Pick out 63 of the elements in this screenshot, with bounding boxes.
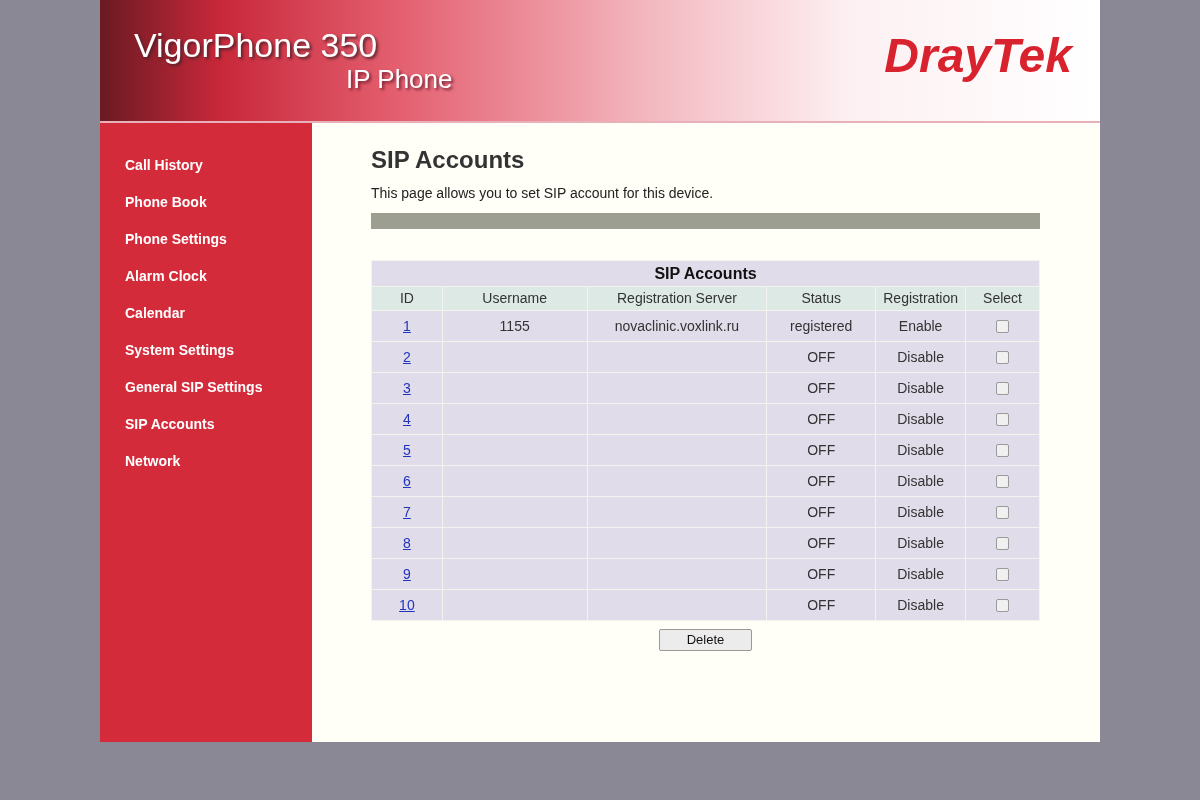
- select-checkbox[interactable]: [996, 599, 1010, 613]
- registration-text: Disable: [897, 441, 944, 458]
- sidebar-link[interactable]: SIP Accounts: [125, 414, 215, 434]
- account-id-link[interactable]: 2: [403, 348, 411, 365]
- account-id-link[interactable]: 1: [403, 317, 411, 334]
- registration-text: Disable: [897, 348, 944, 365]
- sidebar-link[interactable]: Phone Book: [125, 192, 207, 212]
- delete-button[interactable]: Delete: [658, 629, 753, 651]
- registration-text: Disable: [897, 565, 944, 582]
- column-header: Username: [442, 286, 587, 311]
- server-text: novaclinic.voxlink.ru: [614, 317, 740, 334]
- select-checkbox[interactable]: [996, 444, 1010, 458]
- sidebar-link[interactable]: Calendar: [125, 303, 185, 323]
- registration-text: Enable: [898, 317, 943, 334]
- brand-logo: DrayTek: [884, 28, 1072, 84]
- account-id-link[interactable]: 9: [403, 565, 411, 582]
- select-checkbox[interactable]: [996, 506, 1010, 520]
- username-text: 1155: [499, 317, 530, 334]
- column-header: Status: [766, 286, 876, 311]
- sidebar-link[interactable]: System Settings: [125, 340, 234, 360]
- product-title: VigorPhone 350: [134, 26, 379, 64]
- registration-text: Disable: [897, 596, 944, 613]
- product-subtitle: IP Phone: [346, 64, 453, 94]
- registration-text: Disable: [897, 472, 944, 489]
- select-checkbox[interactable]: [996, 382, 1010, 396]
- sidebar-link[interactable]: General SIP Settings: [125, 377, 263, 397]
- registration-text: Disable: [897, 410, 944, 427]
- select-checkbox[interactable]: [996, 475, 1010, 489]
- status-text: OFF: [807, 472, 836, 489]
- column-header: ID: [371, 286, 443, 311]
- column-header: Registration: [875, 286, 966, 311]
- account-id-link[interactable]: 3: [403, 379, 411, 396]
- page-title: SIP Accounts: [371, 145, 525, 175]
- select-checkbox[interactable]: [996, 537, 1010, 551]
- account-id-link[interactable]: 7: [403, 503, 411, 520]
- account-id-link[interactable]: 8: [403, 534, 411, 551]
- registration-text: Disable: [897, 379, 944, 396]
- page-description: This page allows you to set SIP account for this device.: [371, 184, 714, 202]
- sidebar-link[interactable]: Alarm Clock: [125, 266, 207, 286]
- sidebar-link[interactable]: Phone Settings: [125, 229, 227, 249]
- status-text: registered: [790, 317, 853, 334]
- status-text: OFF: [807, 534, 836, 551]
- status-text: OFF: [807, 565, 836, 582]
- registration-text: Disable: [897, 534, 944, 551]
- status-text: OFF: [807, 348, 836, 365]
- sidebar-link[interactable]: Network: [125, 451, 181, 471]
- registration-text: Disable: [897, 503, 944, 520]
- account-id-link[interactable]: 6: [403, 472, 411, 489]
- status-text: OFF: [807, 503, 836, 520]
- select-checkbox[interactable]: [996, 413, 1010, 427]
- status-text: OFF: [807, 596, 836, 613]
- select-checkbox[interactable]: [996, 351, 1010, 365]
- select-checkbox[interactable]: [996, 568, 1010, 582]
- status-text: OFF: [807, 379, 836, 396]
- status-text: OFF: [807, 441, 836, 458]
- table-caption: SIP Accounts: [371, 260, 1040, 287]
- account-id-link[interactable]: 10: [399, 596, 415, 613]
- account-id-link[interactable]: 5: [403, 441, 411, 458]
- account-id-link[interactable]: 4: [403, 410, 411, 427]
- status-text: OFF: [807, 410, 836, 427]
- select-checkbox[interactable]: [996, 320, 1010, 334]
- sidebar-link[interactable]: Call History: [125, 155, 203, 175]
- column-header: Registration Server: [587, 286, 767, 311]
